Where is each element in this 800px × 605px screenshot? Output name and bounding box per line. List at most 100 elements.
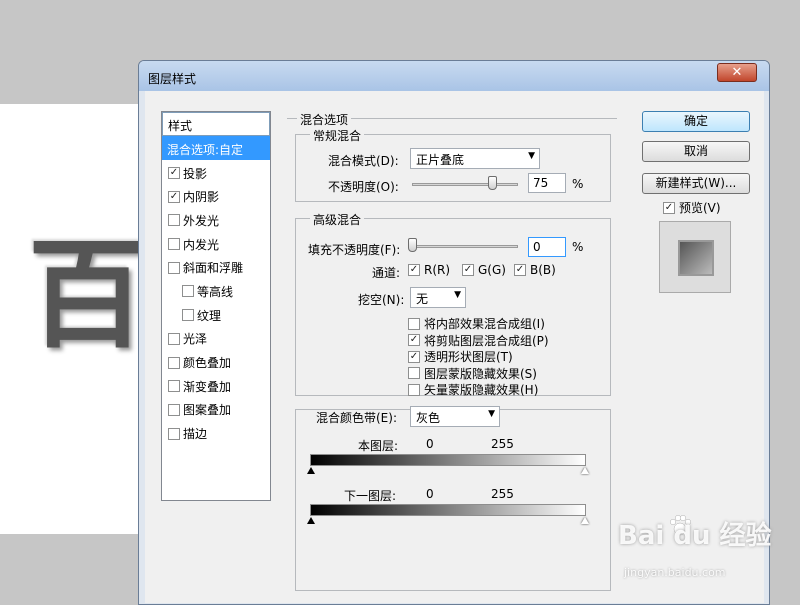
blend-options-title: 混合选项 [297, 111, 352, 128]
checkbox-checked[interactable]: ✓ [663, 201, 675, 214]
blend-if-value: 灰色 [416, 411, 441, 425]
styles-header: 样式 [162, 112, 270, 136]
checkbox-unchecked[interactable] [408, 367, 420, 379]
style-item[interactable]: 外发光 [162, 207, 270, 231]
chevron-down-icon: ▼ [454, 290, 461, 300]
style-item[interactable]: 图案叠加 [162, 397, 270, 421]
underlying-high: 255 [491, 487, 514, 501]
blend-if-select[interactable]: 灰色 ▼ [410, 406, 500, 427]
checkbox-unchecked[interactable] [168, 427, 180, 440]
advanced-option[interactable]: 矢量蒙版隐藏效果(H) [408, 381, 538, 398]
baidu-watermark: Bai du 经验 [618, 521, 772, 551]
style-item[interactable]: 光泽 [162, 326, 270, 350]
dialog-titlebar[interactable]: 图层样式 ✕ [139, 61, 769, 91]
fill-opacity-label: 填充不透明度(F): [308, 243, 401, 257]
checkbox-unchecked[interactable] [408, 383, 420, 396]
this-layer-low: 0 [426, 437, 434, 451]
general-blending-title: 常规混合 [310, 127, 365, 144]
blend-mode-value: 正片叠底 [416, 153, 465, 167]
advanced-option-label: 矢量蒙版隐藏效果(H) [424, 383, 539, 397]
knockout-label: 挖空(N): [358, 293, 405, 307]
blend-mode-select[interactable]: 正片叠底 ▼ [410, 148, 540, 169]
style-item-label: 描边 [183, 427, 208, 442]
underlying-black-slider[interactable] [307, 517, 315, 524]
channel-r-label: R(R) [424, 263, 451, 277]
advanced-option[interactable]: 将内部效果混合成组(I) [408, 315, 545, 332]
style-item-label: 光泽 [183, 332, 208, 347]
styles-list: 样式 混合选项:自定 ✓ 投影 ✓ 内阴影 外发光 内发光 斜面和浮雕 等高线 纹理 光泽 颜色叠加渐… [161, 111, 271, 501]
opacity-slider[interactable] [412, 183, 518, 186]
checkbox-unchecked[interactable] [168, 403, 180, 416]
checkbox-unchecked[interactable] [408, 317, 420, 330]
advanced-option[interactable]: 图层蒙版隐藏效果(S) [408, 365, 537, 382]
new-style-button[interactable]: 新建样式(W)... [642, 173, 750, 194]
chevron-down-icon: ▼ [528, 151, 535, 161]
style-item-label: 混合选项:自定 [167, 142, 244, 157]
checkbox-unchecked[interactable] [182, 309, 194, 322]
close-button[interactable]: ✕ [717, 63, 757, 82]
preview-label: 预览(V) [679, 201, 721, 215]
checkbox-checked[interactable]: ✓ [408, 264, 420, 276]
channel-g[interactable]: ✓ G(G) [462, 263, 506, 277]
style-item[interactable]: 描边 [162, 420, 270, 444]
style-item[interactable]: ✓ 内阴影 [162, 183, 270, 207]
baidu-watermark-url: jingyan.baidu.com [624, 566, 726, 579]
cancel-button[interactable]: 取消 [642, 141, 750, 162]
style-item[interactable]: 颜色叠加 [162, 349, 270, 373]
channel-r[interactable]: ✓ R(R) [408, 263, 450, 277]
style-item-label: 内阴影 [183, 190, 220, 205]
preview-swatch [678, 240, 714, 276]
style-item[interactable]: ✓ 投影 [162, 160, 270, 184]
this-layer-black-slider[interactable] [307, 467, 315, 474]
fill-opacity-unit: % [572, 240, 584, 254]
blend-if-group: 混合颜色带(E): 灰色 ▼ 本图层: 0 255 下一图层: 0 255 [295, 406, 611, 591]
style-item[interactable]: 渐变叠加 [162, 373, 270, 397]
fill-opacity-slider[interactable] [412, 245, 518, 248]
style-item[interactable]: 内发光 [162, 231, 270, 255]
style-item-label: 纹理 [197, 308, 222, 323]
style-item[interactable]: 斜面和浮雕 [162, 254, 270, 278]
checkbox-checked[interactable]: ✓ [408, 334, 420, 346]
style-item[interactable]: 纹理 [162, 302, 270, 326]
canvas-glyph: 百 [28, 225, 147, 364]
general-blending-group: 常规混合 混合模式(D): 正片叠底 ▼ 不透明度(O): 75 % [295, 127, 611, 202]
opacity-unit: % [572, 177, 584, 191]
style-item-label: 渐变叠加 [183, 379, 232, 394]
checkbox-checked[interactable]: ✓ [462, 264, 474, 276]
checkbox-checked[interactable]: ✓ [408, 350, 420, 363]
this-layer-high: 255 [491, 437, 514, 451]
checkbox-unchecked[interactable] [168, 238, 180, 251]
knockout-value: 无 [416, 292, 429, 306]
checkbox-unchecked[interactable] [168, 332, 180, 345]
underlying-white-slider[interactable] [581, 517, 589, 524]
fill-opacity-input[interactable]: 0 [528, 237, 566, 257]
opacity-slider-thumb[interactable] [487, 176, 497, 190]
ok-button[interactable]: 确定 [642, 111, 750, 132]
advanced-option[interactable]: ✓ 将剪贴图层混合成组(P) [408, 332, 549, 349]
style-preview-thumbnail [659, 221, 731, 293]
checkbox-unchecked[interactable] [168, 380, 180, 393]
fill-opacity-slider-thumb[interactable] [408, 238, 417, 252]
channel-b[interactable]: ✓ B(B) [514, 263, 556, 277]
preview-checkbox[interactable]: ✓ 预览(V) [663, 199, 721, 216]
channels-label: 通道: [372, 266, 401, 280]
checkbox-unchecked[interactable] [168, 214, 180, 227]
channel-b-label: B(B) [530, 263, 556, 277]
checkbox-checked[interactable]: ✓ [168, 167, 180, 180]
opacity-input[interactable]: 75 [528, 173, 566, 193]
checkbox-unchecked[interactable] [168, 261, 180, 274]
checkbox-checked[interactable]: ✓ [514, 264, 526, 276]
style-item-label: 图案叠加 [183, 403, 232, 418]
style-item[interactable]: 混合选项:自定 [162, 136, 270, 160]
advanced-option-label: 图层蒙版隐藏效果(S) [424, 366, 537, 381]
style-item[interactable]: 等高线 [162, 278, 270, 302]
advanced-blending-title: 高级混合 [310, 211, 365, 228]
checkbox-checked[interactable]: ✓ [168, 190, 180, 203]
knockout-select[interactable]: 无 ▼ [410, 287, 466, 308]
advanced-option-label: 将剪贴图层混合成组(P) [424, 333, 549, 348]
advanced-option[interactable]: ✓ 透明形状图层(T) [408, 348, 513, 365]
checkbox-unchecked[interactable] [168, 356, 180, 369]
underlying-gradient [310, 504, 586, 516]
checkbox-unchecked[interactable] [182, 285, 194, 298]
this-layer-white-slider[interactable] [581, 467, 589, 474]
